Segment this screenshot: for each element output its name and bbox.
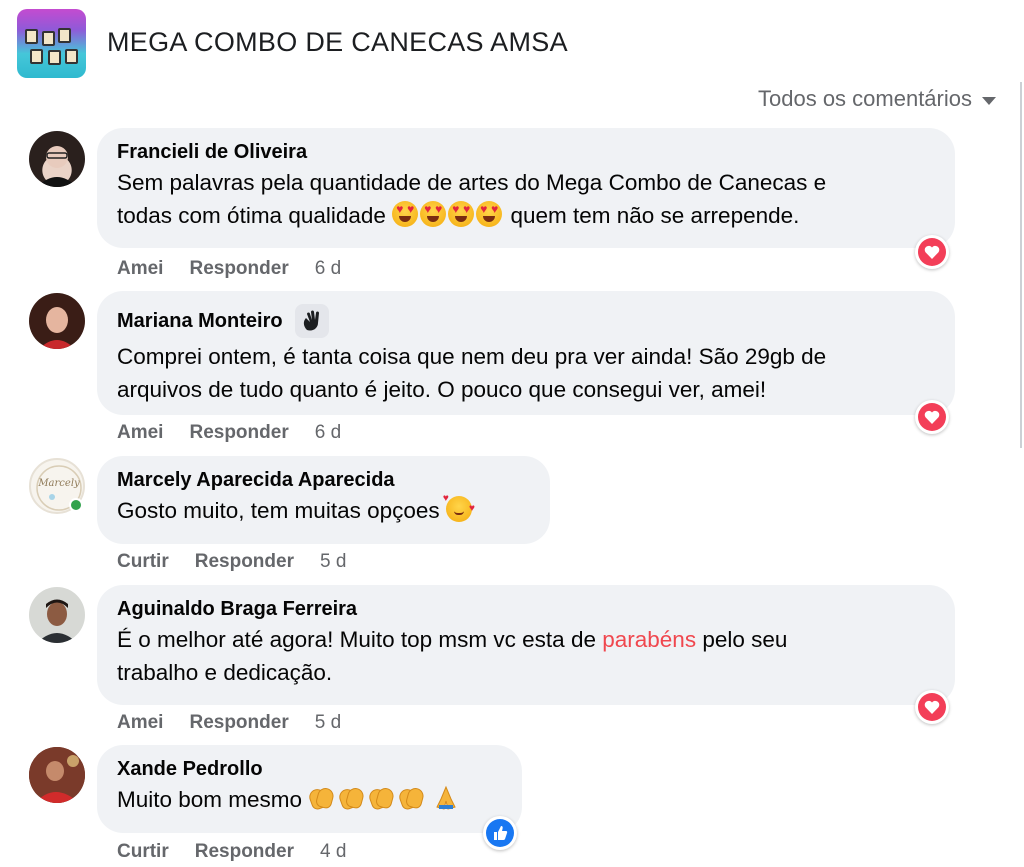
- reaction-button[interactable]: Amei: [117, 258, 163, 280]
- like-reaction-icon[interactable]: [483, 816, 517, 850]
- comment-text-line: É o melhor até agora! Muito top msm vc e…: [117, 623, 935, 656]
- comment-text-segment: todas com ótima qualidade: [117, 203, 386, 228]
- heart-eyes-emoji-icon: [420, 201, 447, 227]
- waving-hand-icon: [294, 304, 329, 338]
- comment-filter-label: Todos os comentários: [758, 86, 972, 111]
- comment-text-segment: quem tem não se arrepende.: [510, 203, 800, 228]
- comment-author[interactable]: Mariana Monteiro: [117, 310, 283, 333]
- comment-actions: Amei Responder 5 d: [117, 712, 341, 734]
- avatar[interactable]: [29, 293, 85, 349]
- post-header: MEGA COMBO DE CANECAS AMSA: [0, 0, 1024, 82]
- comment-timestamp[interactable]: 6 d: [315, 422, 341, 444]
- online-status-indicator: [69, 498, 83, 512]
- love-reaction-icon[interactable]: [915, 690, 949, 724]
- smiling-hearts-emoji-icon: ♥ ♥: [443, 494, 475, 522]
- panel-edge: [1020, 82, 1022, 448]
- comment-author[interactable]: Marcely Aparecida Aparecida: [117, 469, 530, 492]
- reaction-button[interactable]: Amei: [117, 712, 163, 734]
- heart-eyes-emoji-icon: [476, 201, 503, 227]
- comment-actions: Amei Responder 6 d: [117, 258, 341, 280]
- avatar[interactable]: [29, 747, 85, 803]
- folded-hands-emoji-icon: [435, 785, 457, 811]
- comment-actions: Curtir Responder 4 d: [117, 841, 346, 863]
- caret-down-icon: [982, 97, 996, 105]
- comment-text: Sem palavras pela quantidade de artes do…: [117, 166, 935, 232]
- page-title[interactable]: MEGA COMBO DE CANECAS AMSA: [107, 27, 568, 58]
- comment-author[interactable]: Aguinaldo Braga Ferreira: [117, 598, 935, 621]
- like-button[interactable]: Curtir: [117, 551, 169, 573]
- comment-actions: Amei Responder 6 d: [117, 422, 341, 444]
- like-button[interactable]: Curtir: [117, 841, 169, 863]
- page-logo[interactable]: [17, 9, 86, 78]
- comment-text-line: Gosto muito, tem muitas opçoes: [117, 498, 440, 523]
- comment-text-line: todas com ótima qualidade quem tem não s…: [117, 199, 935, 232]
- comment-text-line: Comprei ontem, é tanta coisa que nem deu…: [117, 344, 827, 369]
- comment-text-line: trabalho e dedicação.: [117, 660, 333, 685]
- comment-bubble: Francieli de Oliveira Sem palavras pela …: [97, 128, 955, 248]
- reply-button[interactable]: Responder: [189, 422, 288, 444]
- comment-timestamp[interactable]: 5 d: [315, 712, 341, 734]
- comment-author[interactable]: Xande Pedrollo: [117, 758, 502, 781]
- clapping-hands-emoji-icon: [337, 785, 366, 812]
- avatar-text: Marcely: [37, 478, 80, 489]
- comment-bubble: Aguinaldo Braga Ferreira É o melhor até …: [97, 585, 955, 705]
- comment-timestamp[interactable]: 6 d: [315, 258, 341, 280]
- reply-button[interactable]: Responder: [189, 712, 288, 734]
- comment-timestamp[interactable]: 5 d: [320, 551, 346, 573]
- hashtag-link[interactable]: parabéns: [602, 627, 696, 652]
- clapping-hands-emoji-icon: [397, 785, 426, 812]
- comment-text-line: arquivos de tudo quanto é jeito. O pouco…: [117, 377, 767, 402]
- comment-text-segment: É o melhor até agora! Muito top msm vc e…: [117, 627, 596, 652]
- clapping-hands-emoji-icon: [367, 785, 396, 812]
- heart-eyes-emoji-icon: [392, 201, 419, 227]
- love-reaction-icon[interactable]: [915, 400, 949, 434]
- comment-text: É o melhor até agora! Muito top msm vc e…: [117, 623, 935, 689]
- reply-button[interactable]: Responder: [189, 258, 288, 280]
- comment-text-segment: pelo seu: [702, 627, 788, 652]
- comment-timestamp[interactable]: 4 d: [320, 841, 346, 863]
- heart-eyes-emoji-icon: [448, 201, 475, 227]
- comment-text: Muito bom mesmo: [117, 783, 502, 816]
- reply-button[interactable]: Responder: [195, 841, 294, 863]
- comment-text: Gosto muito, tem muitas opçoes ♥ ♥: [117, 494, 530, 527]
- reaction-button[interactable]: Amei: [117, 422, 163, 444]
- comment-bubble: Xande Pedrollo Muito bom mesmo: [97, 745, 522, 833]
- clapping-hands-emoji-icon: [307, 785, 336, 812]
- comment-text-line: Muito bom mesmo: [117, 787, 303, 812]
- comment-actions: Curtir Responder 5 d: [117, 551, 346, 573]
- avatar[interactable]: [29, 587, 85, 643]
- comment-author[interactable]: Francieli de Oliveira: [117, 141, 935, 164]
- comment-author-row: Mariana Monteiro: [117, 304, 935, 338]
- reply-button[interactable]: Responder: [195, 551, 294, 573]
- comment-bubble: Mariana Monteiro Comprei ontem, é tanta …: [97, 291, 955, 415]
- comment-filter-dropdown[interactable]: Todos os comentários: [758, 86, 996, 112]
- love-reaction-icon[interactable]: [915, 235, 949, 269]
- comment-text-line: Sem palavras pela quantidade de artes do…: [117, 170, 827, 195]
- avatar[interactable]: [29, 131, 85, 187]
- comment-text: Comprei ontem, é tanta coisa que nem deu…: [117, 340, 935, 406]
- comment-bubble: Marcely Aparecida Aparecida Gosto muito,…: [97, 456, 550, 544]
